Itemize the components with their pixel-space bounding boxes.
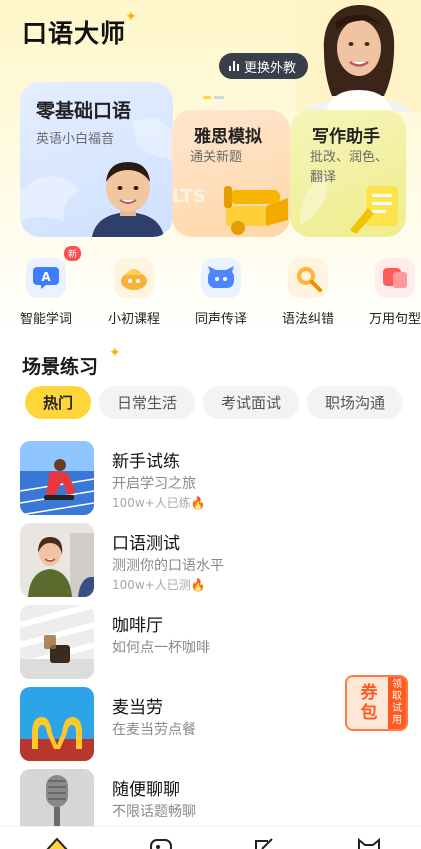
tab-hot[interactable]: 热门 (25, 386, 92, 419)
feature-sentence-patterns[interactable]: 万用句型 (355, 258, 421, 327)
feature-simultaneous-interpret[interactable]: 同声传译 (181, 258, 261, 327)
item-subtitle: 测测你的口语水平 (112, 558, 224, 574)
tutor-avatar[interactable] (296, 0, 421, 112)
tab-exam-interview[interactable]: 考试面试 (203, 386, 300, 419)
ai-words-icon: A (26, 258, 66, 298)
item-meta: 100w+人已练🔥 (112, 496, 206, 510)
ielts-watermark: LTS (172, 186, 206, 207)
feature-row: A 智能学词 小初课程 同声传译 语法纠错 万用句型 (0, 258, 421, 328)
section-title: 场景练习 (22, 356, 99, 378)
card-subtitle: 英语小白福音 (36, 132, 115, 147)
feature-grammar-check[interactable]: 语法纠错 (268, 258, 348, 327)
notepad-illustration (350, 186, 398, 234)
new-badge: 新 (64, 246, 82, 261)
item-subtitle: 如何点一杯咖啡 (112, 640, 210, 656)
sparkle-icon: ✦ (109, 345, 121, 361)
feature-label: 万用句型 (368, 312, 421, 327)
app-title: 口语大师 (22, 19, 127, 48)
feature-primary-course[interactable]: 小初课程 (94, 258, 174, 327)
scene-tabs: 热门 日常生活 考试面试 职场沟通 (25, 386, 404, 419)
scene-thumbnail (20, 687, 94, 761)
bottom-tab-bar (0, 826, 421, 849)
feature-label: 小初课程 (107, 312, 160, 327)
item-title: 口语测试 (112, 534, 180, 554)
change-tutor-button[interactable]: 更换外教 (219, 53, 309, 79)
item-subtitle: 在麦当劳点餐 (112, 722, 196, 738)
child-photo (92, 162, 164, 237)
card-subtitle: 通关新题 (190, 150, 243, 165)
feature-label: 同声传译 (194, 312, 247, 327)
sound-wave-icon (229, 61, 239, 71)
list-item[interactable]: 新手试练 开启学习之旅 100w+人已练🔥 (20, 441, 400, 515)
sentence-icon (375, 258, 415, 298)
card-pager (203, 96, 224, 99)
fire-icon: 🔥 (190, 578, 206, 592)
interpret-icon (201, 258, 241, 298)
card-title: 雅思模拟 (194, 127, 262, 147)
course-icon (114, 258, 154, 298)
scene-thumbnail (20, 523, 94, 597)
tabs-fade (395, 380, 421, 426)
scene-thumbnail (20, 441, 94, 515)
feature-ai-words[interactable]: A 智能学词 (6, 258, 86, 327)
item-meta: 100w+人已测🔥 (112, 578, 206, 592)
feature-label: 语法纠错 (281, 312, 334, 327)
card-zero-basic-speaking[interactable]: 零基础口语 英语小白福音 (20, 82, 173, 237)
change-tutor-label: 更换外教 (244, 60, 297, 76)
fire-icon: 🔥 (190, 496, 206, 510)
home-tab-icon[interactable] (44, 837, 70, 849)
svg-text:A: A (41, 270, 51, 284)
list-item[interactable]: 口语测试 测测你的口语水平 100w+人已测🔥 (20, 523, 400, 597)
coupon-side-label: 领取试用 (388, 677, 406, 729)
coupon-float-button[interactable]: 券包 领取试用 (345, 675, 408, 731)
tab-workplace[interactable]: 职场沟通 (307, 386, 404, 419)
profile-tab-icon[interactable] (356, 837, 382, 849)
grammar-icon (288, 258, 328, 298)
item-subtitle: 不限话题畅聊 (112, 804, 196, 820)
list-item[interactable]: 麦当劳 在麦当劳点餐 (20, 687, 400, 761)
write-tab-icon[interactable] (252, 837, 278, 849)
list-item[interactable]: 咖啡厅 如何点一杯咖啡 (20, 605, 400, 679)
card-title: 零基础口语 (36, 100, 132, 122)
item-title: 新手试练 (112, 452, 180, 472)
card-writing-assistant[interactable]: 写作助手 批改、润色、翻译 (290, 110, 406, 237)
practice-tab-icon[interactable] (148, 837, 174, 849)
scroll-illustration (224, 186, 288, 235)
coupon-label: 券包 (360, 683, 378, 723)
scene-thumbnail (20, 605, 94, 679)
feature-label: 智能学词 (19, 312, 72, 327)
tab-daily-life[interactable]: 日常生活 (99, 386, 196, 419)
sparkle-icon: ✦ (125, 9, 137, 25)
card-title: 写作助手 (312, 127, 380, 147)
card-ielts-mock[interactable]: LTS 雅思模拟 通关新题 (172, 110, 290, 237)
item-title: 咖啡厅 (112, 616, 163, 636)
item-title: 麦当劳 (112, 698, 163, 718)
item-subtitle: 开启学习之旅 (112, 476, 196, 492)
item-title: 随便聊聊 (112, 780, 180, 800)
